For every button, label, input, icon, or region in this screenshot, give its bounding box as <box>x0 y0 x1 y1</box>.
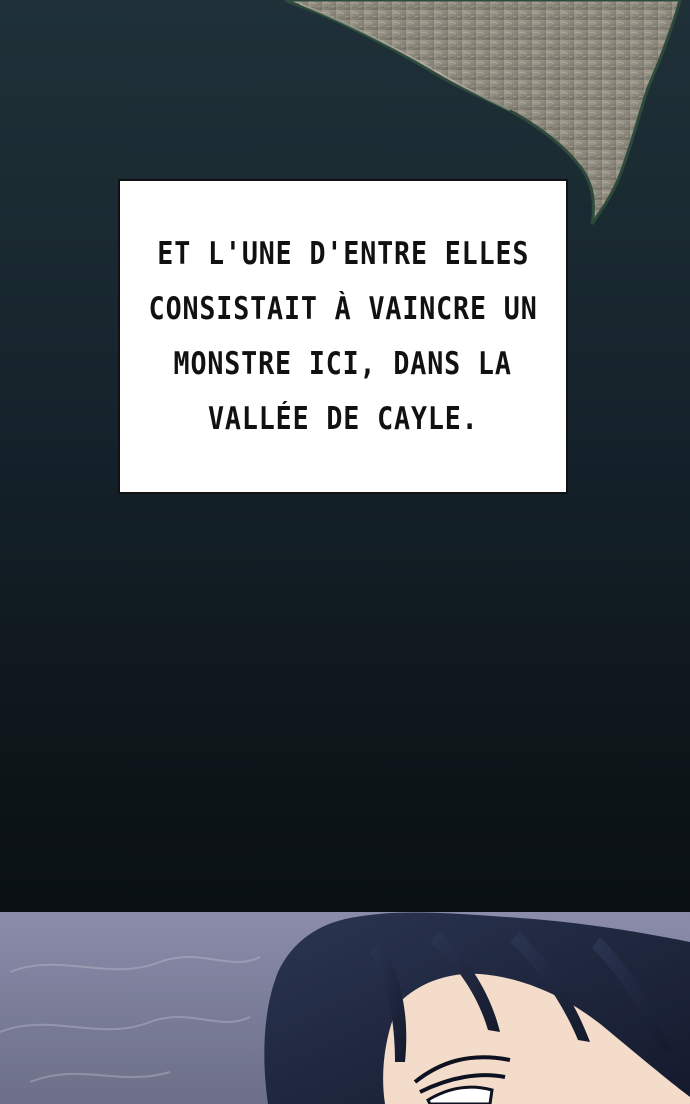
caption-line-1: ET L'UNE D'ENTRE ELLES <box>156 235 530 272</box>
comic-panel-top: ET L'UNE D'ENTRE ELLES CONSISTAIT À VAIN… <box>0 0 690 912</box>
caption-line-4: VALLÉE DE CAYLE. <box>207 400 479 437</box>
caption-line-2: CONSISTAIT À VAINCRE UN <box>148 290 538 327</box>
caption-line-3: MONSTRE ICI, DANS LA <box>173 345 513 382</box>
comic-panel-bottom <box>0 912 690 1104</box>
comic-page: ET L'UNE D'ENTRE ELLES CONSISTAIT À VAIN… <box>0 0 690 1104</box>
caption-box: ET L'UNE D'ENTRE ELLES CONSISTAIT À VAIN… <box>118 179 568 494</box>
character-illustration <box>0 912 690 1104</box>
